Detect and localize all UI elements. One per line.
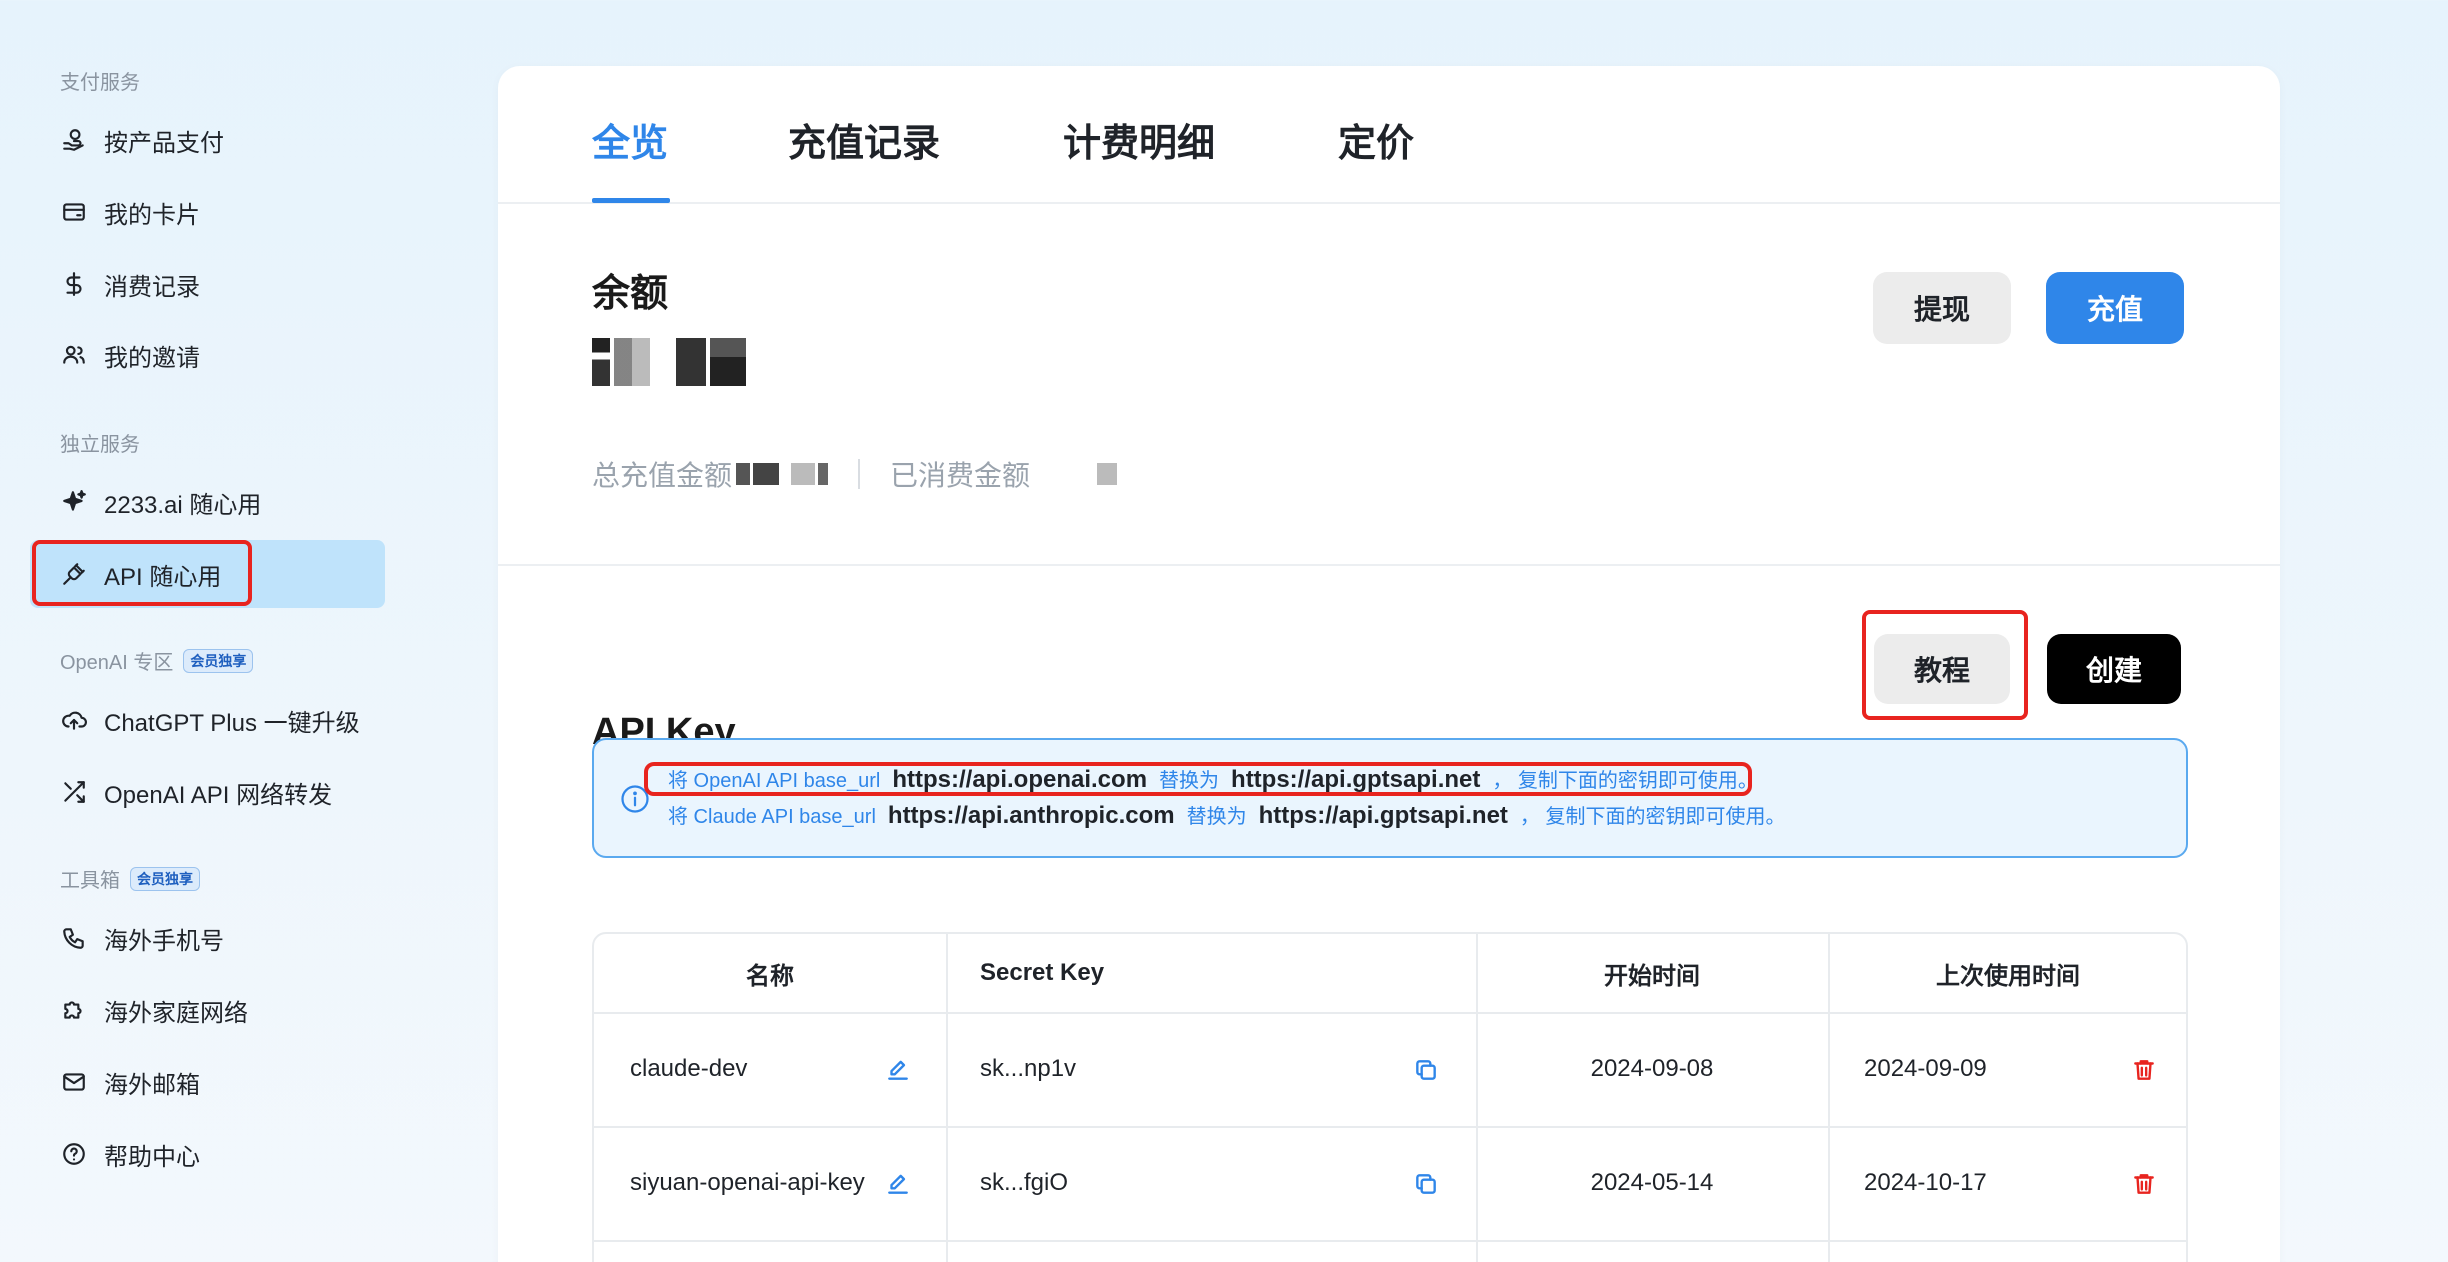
- row-name: siyuan-openai-api-key: [630, 1169, 865, 1196]
- openai-url: https://api.openai.com: [892, 766, 1148, 793]
- row-name: claude-dev: [630, 1055, 748, 1082]
- gptsapi-url: https://api.gptsapi.net: [1231, 766, 1481, 793]
- info-line-openai: 将 OpenAI API base_url https://api.openai…: [668, 766, 1758, 793]
- balance-stats: 总充值金额 已消费金额: [592, 454, 1118, 494]
- create-button[interactable]: 创建: [2047, 634, 2181, 704]
- col-divider: [946, 934, 948, 1262]
- sidebar-section-openai: OpenAI 专区 会员独享: [60, 646, 254, 675]
- cloud-upload-icon: [60, 706, 88, 734]
- header-last-used: 上次使用时间: [1936, 962, 2080, 990]
- sparkle-icon: [60, 488, 88, 516]
- main-card: 全览 充值记录 计费明细 定价 余额 总充值金额 已消费金额 提现 充值 API: [498, 66, 2280, 1262]
- tab-recharge-records[interactable]: 充值记录: [788, 112, 940, 167]
- trash-icon[interactable]: [2128, 1168, 2160, 1200]
- info-line-claude: 将 Claude API base_url https://api.anthro…: [668, 802, 1786, 829]
- row-last-used: 2024-09-09: [1864, 1055, 1987, 1082]
- help-icon: [60, 1140, 88, 1168]
- sidebar-item-overseas-email[interactable]: 海外邮箱: [30, 1048, 385, 1116]
- edit-icon[interactable]: [882, 1054, 914, 1086]
- plug-icon: [60, 560, 88, 588]
- tab-overview[interactable]: 全览: [592, 112, 668, 167]
- row-start-time: 2024-09-08: [1590, 1055, 1714, 1082]
- mail-icon: [60, 1068, 88, 1096]
- recharge-button[interactable]: 充值: [2046, 272, 2184, 344]
- total-recharge-value-redacted: [736, 463, 829, 485]
- sidebar-section-standalone: 独立服务: [60, 434, 140, 456]
- sidebar-item-api[interactable]: API 随心用: [30, 540, 385, 608]
- row-divider: [594, 1240, 2186, 1242]
- member-badge: 会员独享: [183, 648, 254, 673]
- row-secret-key: sk...np1v: [980, 1055, 1077, 1082]
- consumed-value-redacted: [1034, 463, 1118, 485]
- tab-bar: 全览 充值记录 计费明细 定价: [498, 66, 2280, 204]
- section-divider: [498, 564, 2280, 566]
- tab-billing-details[interactable]: 计费明细: [1063, 112, 1215, 167]
- sidebar-section-toolbox: 工具箱 会员独享: [60, 864, 200, 893]
- tutorial-button[interactable]: 教程: [1874, 634, 2010, 704]
- sidebar-item-chatgpt-plus[interactable]: ChatGPT Plus 一键升级: [30, 686, 385, 754]
- header-secret-key: Secret Key: [980, 959, 1105, 986]
- sidebar-item-pay-by-product[interactable]: 按产品支付: [30, 106, 385, 174]
- sidebar-section-payment: 支付服务: [60, 72, 140, 94]
- sidebar-item-my-cards[interactable]: 我的卡片: [30, 178, 385, 246]
- withdraw-button[interactable]: 提现: [1873, 272, 2011, 344]
- phone-icon: [60, 924, 88, 952]
- balance-title: 余额: [592, 273, 669, 315]
- puzzle-icon: [60, 996, 88, 1024]
- sidebar-item-overseas-network[interactable]: 海外家庭网络: [30, 976, 385, 1044]
- sidebar: 支付服务 按产品支付 我的卡片 消费记录 我的邀请 独立服务 2233.ai 随…: [0, 0, 420, 1262]
- info-notice: 将 OpenAI API base_url https://api.openai…: [592, 738, 2188, 858]
- shuffle-icon: [60, 778, 88, 806]
- row-start-time: 2024-05-14: [1590, 1169, 1714, 1196]
- tab-active-indicator: [592, 198, 670, 203]
- row-last-used: 2024-10-17: [1864, 1169, 1987, 1196]
- sidebar-item-consumption[interactable]: 消费记录: [30, 250, 385, 318]
- total-recharge-label: 总充值金额: [592, 460, 733, 491]
- gptsapi-url: https://api.gptsapi.net: [1258, 802, 1508, 829]
- coin-hand-icon: [60, 126, 88, 154]
- header-name: 名称: [746, 962, 794, 990]
- copy-icon[interactable]: [1410, 1168, 1442, 1200]
- row-secret-key: sk...fgiO: [980, 1169, 1069, 1196]
- header-start-time: 开始时间: [1604, 962, 1700, 990]
- sidebar-item-help[interactable]: 帮助中心: [30, 1120, 385, 1188]
- stats-separator: [858, 459, 861, 489]
- trash-icon[interactable]: [2128, 1054, 2160, 1086]
- copy-icon[interactable]: [1410, 1054, 1442, 1086]
- sidebar-item-openai-relay[interactable]: OpenAI API 网络转发: [30, 758, 385, 826]
- edit-icon[interactable]: [882, 1168, 914, 1200]
- member-badge: 会员独享: [130, 866, 200, 891]
- info-icon: [621, 785, 649, 813]
- sidebar-item-invites[interactable]: 我的邀请: [30, 321, 385, 389]
- sidebar-item-2233ai[interactable]: 2233.ai 随心用: [30, 468, 385, 536]
- users-icon: [60, 341, 88, 369]
- consumed-label: 已消费金额: [890, 460, 1031, 491]
- balance-amount-redacted: [592, 338, 746, 386]
- credit-card-icon: [60, 198, 88, 226]
- tab-pricing[interactable]: 定价: [1338, 112, 1414, 167]
- dollar-icon: [60, 270, 88, 298]
- apikey-table: 名称 Secret Key 开始时间 上次使用时间 claude-dev sk.…: [592, 932, 2188, 1262]
- anthropic-url: https://api.anthropic.com: [887, 802, 1175, 829]
- sidebar-item-overseas-phone[interactable]: 海外手机号: [30, 904, 385, 972]
